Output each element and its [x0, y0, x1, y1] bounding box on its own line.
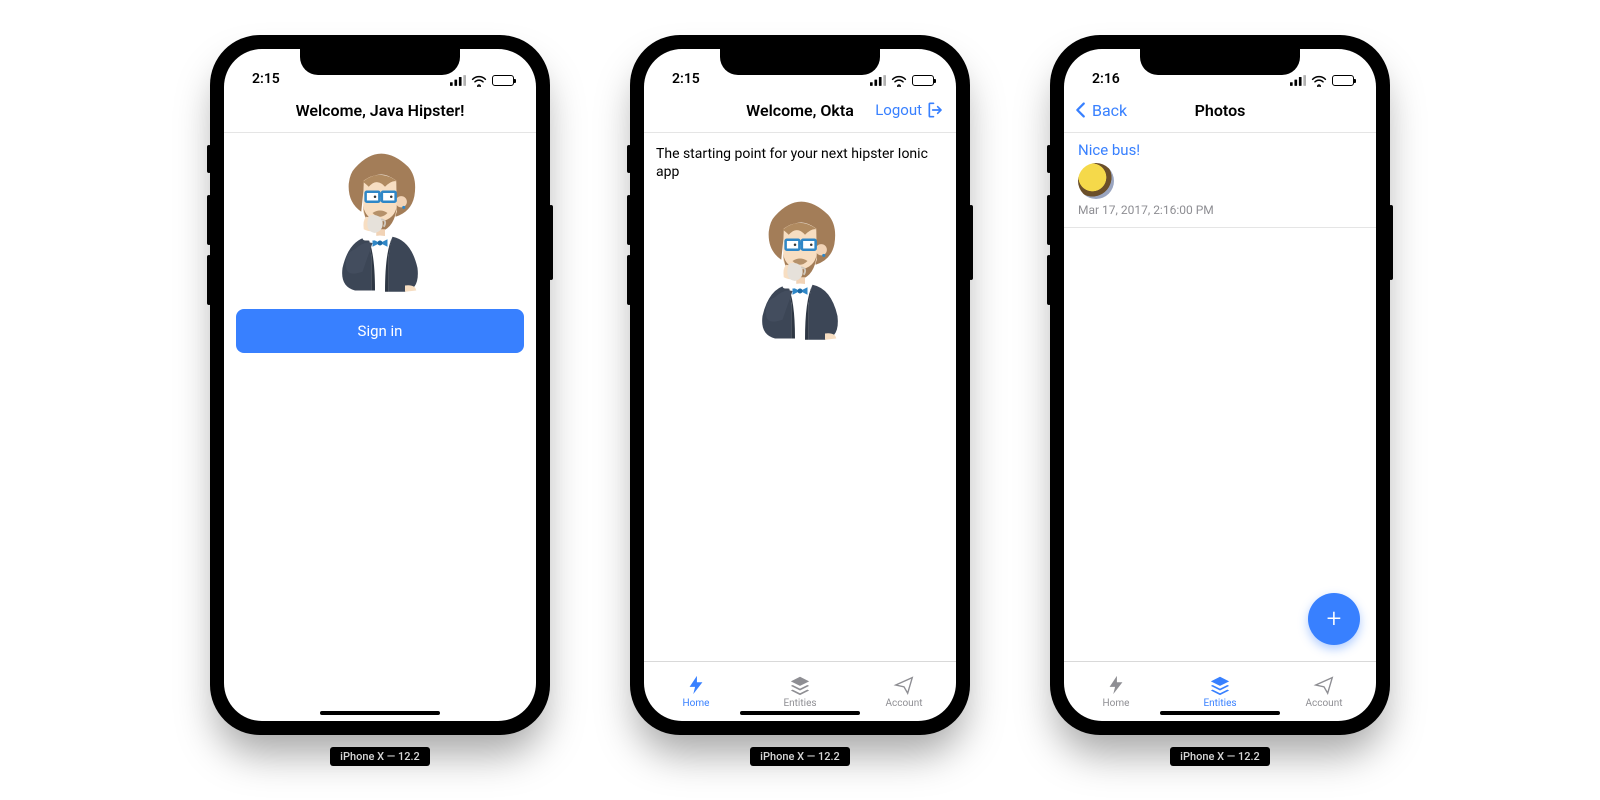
back-button[interactable]: Back: [1070, 99, 1127, 121]
photo-thumbnail: [1078, 163, 1114, 199]
content-area: The starting point for your next hipster…: [644, 133, 956, 661]
logout-button[interactable]: Logout: [875, 100, 946, 120]
phone-2: 2:15 Welcome, Okta Logout The starting p…: [630, 35, 970, 766]
layers-icon: [789, 674, 811, 696]
home-indicator[interactable]: [1160, 711, 1280, 715]
status-time: 2:16: [1092, 71, 1120, 87]
wifi-icon: [471, 75, 487, 87]
tab-home[interactable]: Home: [1064, 662, 1168, 721]
page-title: Welcome, Java Hipster!: [296, 101, 465, 120]
bolt-icon: [685, 674, 707, 696]
battery-icon: [492, 75, 514, 86]
home-indicator[interactable]: [740, 711, 860, 715]
wifi-icon: [1311, 75, 1327, 87]
tab-home[interactable]: Home: [644, 662, 748, 721]
home-indicator[interactable]: [320, 711, 440, 715]
logout-label: Logout: [875, 101, 922, 119]
sign-in-button[interactable]: Sign in: [236, 309, 524, 353]
list-item-timestamp: Mar 17, 2017, 2:16:00 PM: [1078, 203, 1362, 217]
chevron-left-icon: [1070, 99, 1092, 121]
device-frame: 2:15 Welcome, Okta Logout The starting p…: [630, 35, 970, 735]
cellular-signal-icon: [870, 75, 886, 86]
page-title: Welcome, Okta: [746, 101, 854, 120]
content-area: Sign in: [224, 133, 536, 721]
paper-plane-icon: [893, 674, 915, 696]
wifi-icon: [891, 75, 907, 87]
bolt-icon: [1105, 674, 1127, 696]
add-button[interactable]: +: [1308, 593, 1360, 645]
back-label: Back: [1092, 101, 1127, 120]
tab-account[interactable]: Account: [1272, 662, 1376, 721]
logout-icon: [926, 100, 946, 120]
description-text: The starting point for your next hipster…: [656, 145, 944, 181]
sign-in-label: Sign in: [358, 322, 403, 340]
nav-bar: Back Photos: [1064, 89, 1376, 133]
plus-icon: +: [1327, 604, 1342, 634]
nav-bar: Welcome, Java Hipster!: [224, 89, 536, 133]
status-time: 2:15: [252, 71, 280, 87]
hipster-illustration: [224, 143, 536, 293]
paper-plane-icon: [1313, 674, 1335, 696]
list-item-title: Nice bus!: [1078, 141, 1362, 159]
status-time: 2:15: [672, 71, 700, 87]
device-frame: 2:16 Back Photos Nice bus! Mar 17,: [1050, 35, 1390, 735]
hipster-illustration: [656, 191, 944, 341]
tab-account[interactable]: Account: [852, 662, 956, 721]
notch: [300, 49, 460, 75]
battery-icon: [1332, 75, 1354, 86]
content-area: Nice bus! Mar 17, 2017, 2:16:00 PM +: [1064, 133, 1376, 661]
device-label: iPhone X — 12.2: [750, 747, 850, 766]
tab-label: Account: [885, 698, 922, 709]
notch: [1140, 49, 1300, 75]
phone-1: 2:15 Welcome, Java Hipster! Sign in: [210, 35, 550, 766]
list-item[interactable]: Nice bus! Mar 17, 2017, 2:16:00 PM: [1064, 133, 1376, 228]
tab-label: Entities: [783, 698, 816, 709]
phone-3: 2:16 Back Photos Nice bus! Mar 17,: [1050, 35, 1390, 766]
tab-label: Home: [1103, 698, 1130, 709]
cellular-signal-icon: [1290, 75, 1306, 86]
nav-bar: Welcome, Okta Logout: [644, 89, 956, 133]
cellular-signal-icon: [450, 75, 466, 86]
device-label: iPhone X — 12.2: [1170, 747, 1270, 766]
device-frame: 2:15 Welcome, Java Hipster! Sign in: [210, 35, 550, 735]
battery-icon: [912, 75, 934, 86]
notch: [720, 49, 880, 75]
layers-icon: [1209, 674, 1231, 696]
page-title: Photos: [1195, 101, 1246, 120]
tab-label: Entities: [1203, 698, 1236, 709]
tab-label: Account: [1305, 698, 1342, 709]
device-label: iPhone X — 12.2: [330, 747, 430, 766]
tab-label: Home: [683, 698, 710, 709]
